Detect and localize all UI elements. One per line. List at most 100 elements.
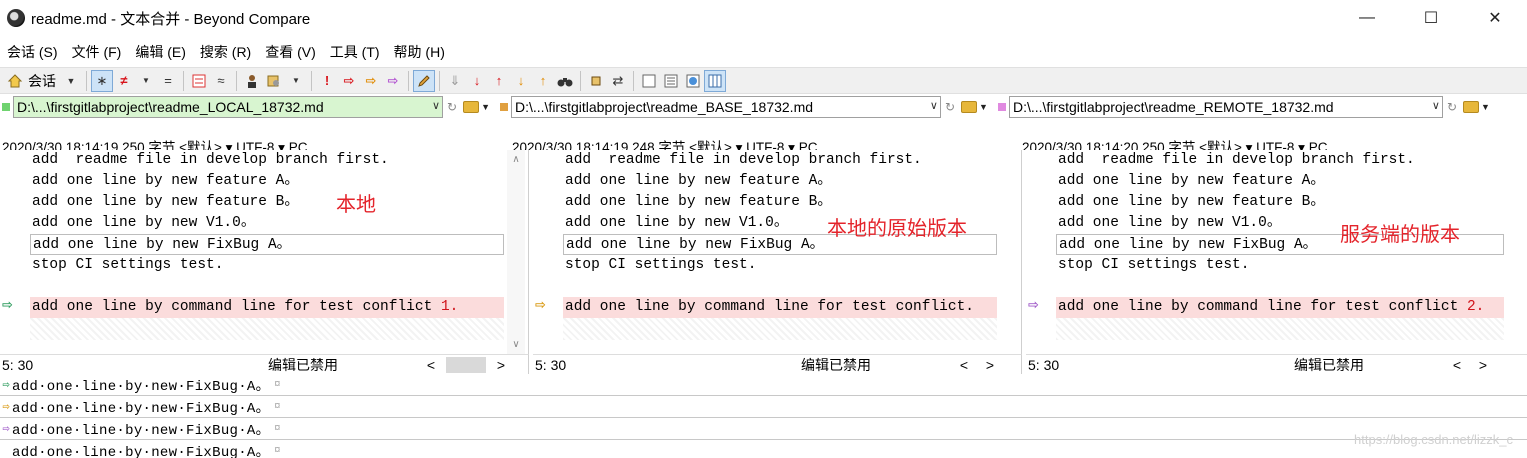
remote-path-go-icon[interactable]: ↻	[1447, 100, 1457, 114]
rules-icon[interactable]	[188, 70, 210, 92]
remote-arrow-icon: ⇨	[2, 422, 10, 436]
format-chevron-icon[interactable]: ▼	[285, 70, 307, 92]
next-diff-down-icon[interactable]: ↓	[466, 70, 488, 92]
chevron-down-icon[interactable]: ▼	[1481, 102, 1490, 112]
current-text-line[interactable]: add one line by new FixBug A。	[30, 234, 504, 255]
local-arrow-icon: ⇨	[2, 378, 10, 392]
take-left-arrow-icon[interactable]: ⇨	[338, 70, 360, 92]
base-pane[interactable]: ⇨ add readme file in develop branch firs…	[533, 150, 1022, 354]
find-binoculars-icon[interactable]	[554, 70, 576, 92]
menu-help[interactable]: 帮助 (H)	[387, 42, 452, 62]
person-icon[interactable]	[241, 70, 263, 92]
chevron-down-icon[interactable]: ▼	[481, 102, 490, 112]
local-lines[interactable]: add readme file in develop branch first.…	[30, 150, 504, 318]
chevron-down-icon[interactable]: ▼	[979, 102, 988, 112]
show-diffs-chevron-icon[interactable]: ▼	[135, 70, 157, 92]
chevron-down-icon[interactable]: ∨	[512, 339, 519, 350]
base-path-go-icon[interactable]: ↻	[945, 100, 955, 114]
text-line[interactable]: stop CI settings test.	[563, 255, 997, 276]
conflict-line[interactable]: add one line by command line for test co…	[1056, 297, 1504, 318]
text-line[interactable]: stop CI settings test.	[30, 255, 504, 276]
maximize-button[interactable]: ☐	[1399, 0, 1463, 36]
remote-pane[interactable]: ⇨ add readme file in develop branch firs…	[1026, 150, 1527, 354]
take-center-arrow-icon[interactable]: ⇨	[360, 70, 382, 92]
chevron-down-icon[interactable]: ∨	[930, 99, 938, 112]
text-line[interactable]: add readme file in develop branch first.	[1056, 150, 1504, 171]
local-vertical-scrollbar[interactable]: ∧ ∨	[507, 150, 525, 354]
prev-conflict-up-icon[interactable]: ↑	[532, 70, 554, 92]
text-line[interactable]	[1056, 276, 1504, 297]
view-globe-icon[interactable]	[682, 70, 704, 92]
view-details-icon[interactable]	[660, 70, 682, 92]
toolbar-separator	[580, 70, 581, 91]
chevron-down-icon[interactable]: ∨	[432, 99, 440, 112]
text-line[interactable]: add one line by new feature B。	[30, 192, 504, 213]
chevron-left-icon[interactable]: <	[418, 357, 444, 373]
text-line[interactable]: add one line by new feature B。	[1056, 192, 1504, 213]
base-arrow-icon: ⇨	[2, 400, 10, 414]
chevron-right-icon[interactable]: >	[977, 357, 1003, 373]
menu-search[interactable]: 搜索 (R)	[193, 42, 258, 62]
next-section-gray-icon[interactable]: ⇓	[444, 70, 466, 92]
format-icon[interactable]	[263, 70, 285, 92]
line-detail-row[interactable]: add·one·line·by·new·FixBug·A。 ¤	[0, 440, 1527, 458]
text-line[interactable]: add one line by new feature A。	[30, 171, 504, 192]
text-line[interactable]: add one line by new feature A。	[1056, 171, 1504, 192]
take-right-arrow-icon[interactable]: ⇨	[382, 70, 404, 92]
close-button[interactable]: ✕	[1463, 0, 1527, 36]
menu-edit[interactable]: 编辑 (E)	[128, 42, 193, 62]
home-icon[interactable]	[4, 70, 26, 92]
local-path-go-icon[interactable]: ↻	[447, 100, 457, 114]
next-conflict-down-icon[interactable]: ↓	[510, 70, 532, 92]
menu-view[interactable]: 查看 (V)	[258, 42, 323, 62]
text-line[interactable]	[30, 276, 504, 297]
line-details-panel[interactable]: ⇨ add·one·line·by·new·FixBug·A。 ¤ ⇨ add·…	[0, 374, 1527, 458]
show-diffs-icon[interactable]: ≠	[113, 70, 135, 92]
text-line[interactable]: add one line by new feature A。	[563, 171, 997, 192]
refresh-icon[interactable]: ⇄	[607, 70, 629, 92]
base-conflict-arrow-icon: ⇨	[535, 297, 546, 312]
text-line[interactable]: stop CI settings test.	[1056, 255, 1504, 276]
show-all-icon[interactable]: ∗	[91, 69, 113, 92]
local-folder-icon[interactable]	[463, 101, 480, 113]
chevron-down-icon[interactable]: ▼	[60, 70, 82, 92]
text-line[interactable]: add one line by new V1.0。	[30, 213, 504, 234]
remote-path-field[interactable]: D:\...\firstgitlabproject\readme_REMOTE_…	[1008, 96, 1443, 118]
line-detail-row[interactable]: ⇨ add·one·line·by·new·FixBug·A。 ¤	[0, 374, 1527, 396]
menu-session[interactable]: 会话 (S)	[0, 42, 65, 62]
conflict-line[interactable]: add one line by command line for test co…	[30, 297, 504, 318]
text-line[interactable]	[563, 276, 997, 297]
line-detail-row[interactable]: ⇨ add·one·line·by·new·FixBug·A。 ¤	[0, 396, 1527, 418]
menu-file[interactable]: 文件 (F)	[65, 42, 129, 62]
conflict-icon[interactable]: !	[316, 70, 338, 92]
horizontal-scroll-thumb[interactable]	[446, 356, 486, 373]
chevron-right-icon[interactable]: >	[488, 357, 514, 373]
local-path-field[interactable]: D:\...\firstgitlabproject\readme_LOCAL_1…	[13, 96, 443, 118]
show-same-icon[interactable]: =	[157, 70, 179, 92]
conflict-line[interactable]: add one line by command line for test co…	[563, 297, 997, 318]
base-folder-icon[interactable]	[961, 101, 978, 113]
text-line[interactable]: add readme file in develop branch first.	[563, 150, 997, 171]
remote-folder-icon[interactable]	[1463, 101, 1480, 113]
edit-pencil-icon[interactable]	[413, 69, 435, 92]
chevron-right-icon[interactable]: >	[1470, 357, 1496, 373]
text-line[interactable]: add readme file in develop branch first.	[30, 150, 504, 171]
chevron-left-icon[interactable]: <	[1444, 357, 1470, 373]
conflict-line-text: add one line by command line for test co…	[565, 299, 974, 315]
local-gutter: ⇨	[0, 150, 30, 354]
minimize-button[interactable]: —	[1335, 0, 1399, 36]
chevron-down-icon[interactable]: ∨	[1432, 99, 1440, 112]
session-menu-button[interactable]: 会话	[26, 71, 60, 91]
line-detail-row[interactable]: ⇨ add·one·line·by·new·FixBug·A。 ¤	[0, 418, 1527, 440]
swap-sides-icon[interactable]	[585, 70, 607, 92]
base-path-field[interactable]: D:\...\firstgitlabproject\readme_BASE_18…	[510, 96, 941, 118]
text-line[interactable]: add one line by new feature B。	[563, 192, 997, 213]
chevron-up-icon[interactable]: ∧	[512, 154, 519, 165]
view-three-pane-icon[interactable]	[704, 69, 726, 92]
view-single-icon[interactable]	[638, 70, 660, 92]
prev-diff-up-icon[interactable]: ↑	[488, 70, 510, 92]
context-icon[interactable]: ≈	[210, 70, 232, 92]
menu-tools[interactable]: 工具 (T)	[323, 42, 387, 62]
chevron-left-icon[interactable]: <	[951, 357, 977, 373]
local-pane[interactable]: ⇨ add readme file in develop branch firs…	[0, 150, 529, 354]
